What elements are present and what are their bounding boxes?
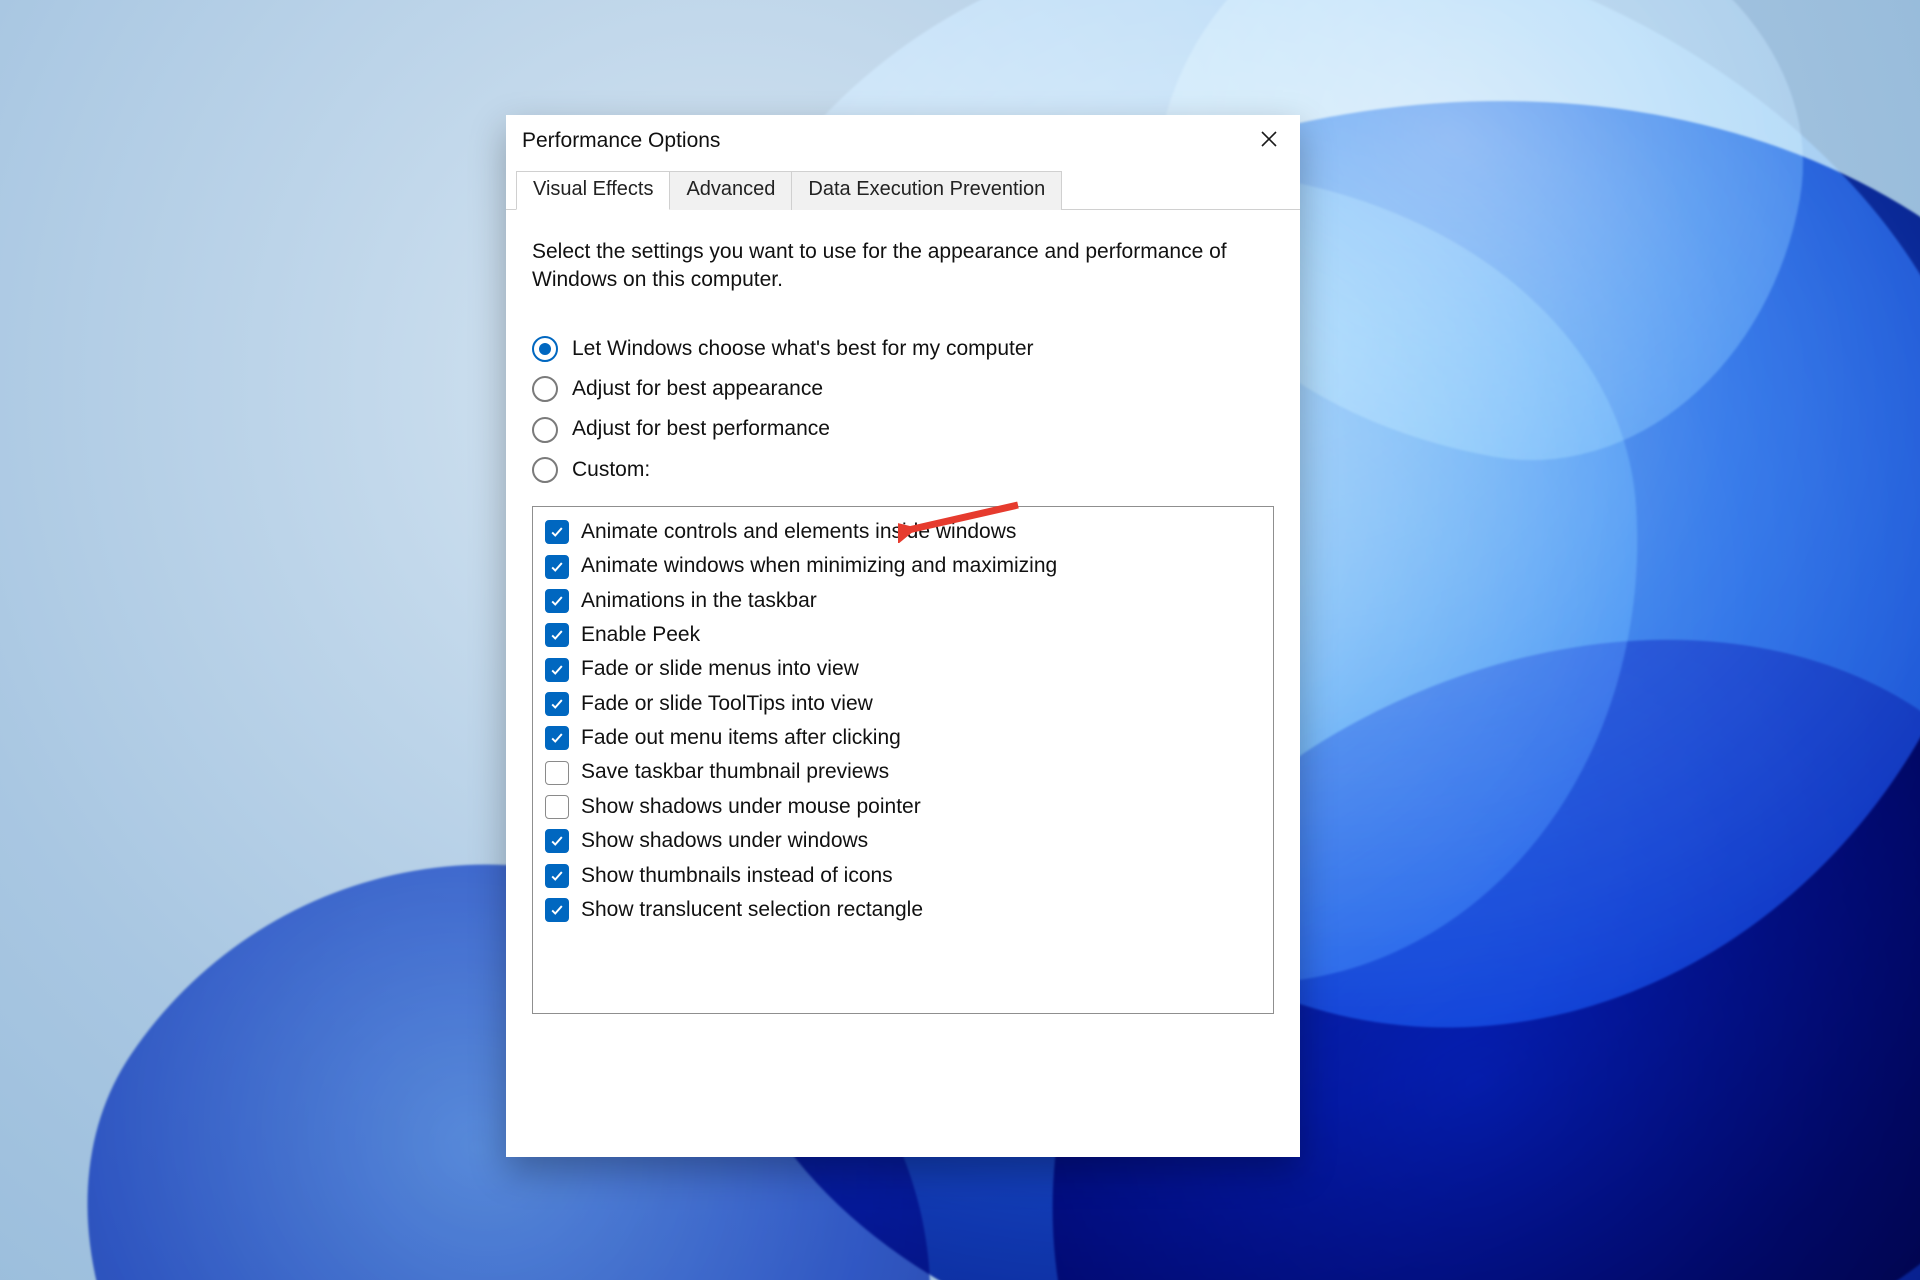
radio-icon — [532, 417, 558, 443]
titlebar: Performance Options — [506, 115, 1300, 165]
checkbox-row[interactable]: Fade out menu items after clicking — [545, 721, 1261, 755]
checkbox-row[interactable]: Animations in the taskbar — [545, 584, 1261, 618]
checkbox-label: Save taskbar thumbnail previews — [581, 758, 889, 786]
checkbox-icon — [545, 589, 569, 613]
checkbox-icon — [545, 795, 569, 819]
radio-icon — [532, 376, 558, 402]
checkbox-label: Animate controls and elements inside win… — [581, 518, 1016, 546]
tab-visual-effects[interactable]: Visual Effects — [516, 171, 670, 210]
radio-label: Adjust for best performance — [572, 415, 830, 443]
checkbox-row[interactable]: Fade or slide ToolTips into view — [545, 687, 1261, 721]
checkbox-icon — [545, 658, 569, 682]
performance-options-dialog: Performance Options Visual EffectsAdvanc… — [506, 115, 1300, 1157]
checkbox-icon — [545, 623, 569, 647]
radio-performance[interactable]: Adjust for best performance — [532, 415, 1274, 443]
visual-effects-list[interactable]: Animate controls and elements inside win… — [532, 506, 1274, 1014]
checkbox-icon — [545, 692, 569, 716]
checkbox-label: Show thumbnails instead of icons — [581, 862, 893, 890]
radio-icon — [532, 457, 558, 483]
checkbox-row[interactable]: Save taskbar thumbnail previews — [545, 755, 1261, 789]
checkbox-icon — [545, 555, 569, 579]
radio-appearance[interactable]: Adjust for best appearance — [532, 375, 1274, 403]
checkbox-label: Enable Peek — [581, 621, 700, 649]
checkbox-row[interactable]: Animate controls and elements inside win… — [545, 515, 1261, 549]
checkbox-icon — [545, 761, 569, 785]
dialog-title: Performance Options — [522, 129, 720, 153]
checkbox-label: Animations in the taskbar — [581, 587, 817, 615]
tabstrip: Visual EffectsAdvancedData Execution Pre… — [506, 165, 1300, 210]
checkbox-label: Fade out menu items after clicking — [581, 724, 901, 752]
checkbox-icon — [545, 726, 569, 750]
checkbox-row[interactable]: Show translucent selection rectangle — [545, 893, 1261, 927]
checkbox-row[interactable]: Show shadows under windows — [545, 824, 1261, 858]
checkbox-icon — [545, 864, 569, 888]
checkbox-row[interactable]: Fade or slide menus into view — [545, 652, 1261, 686]
radio-auto[interactable]: Let Windows choose what's best for my co… — [532, 335, 1274, 363]
radio-label: Custom: — [572, 456, 650, 484]
checkbox-icon — [545, 898, 569, 922]
checkbox-label: Show shadows under mouse pointer — [581, 793, 921, 821]
radio-label: Adjust for best appearance — [572, 375, 823, 403]
radio-group: Let Windows choose what's best for my co… — [532, 335, 1274, 484]
tab-advanced[interactable]: Advanced — [670, 171, 792, 210]
radio-icon — [532, 336, 558, 362]
checkbox-row[interactable]: Show shadows under mouse pointer — [545, 790, 1261, 824]
checkbox-icon — [545, 520, 569, 544]
checkbox-label: Show shadows under windows — [581, 827, 868, 855]
tab-panel-visual-effects: Select the settings you want to use for … — [506, 210, 1300, 1014]
tab-data-execution-prevention[interactable]: Data Execution Prevention — [792, 171, 1062, 210]
checkbox-label: Show translucent selection rectangle — [581, 896, 923, 924]
radio-custom[interactable]: Custom: — [532, 456, 1274, 484]
close-icon — [1261, 129, 1277, 153]
description-text: Select the settings you want to use for … — [532, 238, 1232, 295]
checkbox-row[interactable]: Enable Peek — [545, 618, 1261, 652]
close-button[interactable] — [1248, 123, 1290, 159]
radio-label: Let Windows choose what's best for my co… — [572, 335, 1034, 363]
checkbox-icon — [545, 829, 569, 853]
checkbox-label: Fade or slide ToolTips into view — [581, 690, 873, 718]
checkbox-label: Fade or slide menus into view — [581, 655, 859, 683]
checkbox-row[interactable]: Show thumbnails instead of icons — [545, 859, 1261, 893]
checkbox-label: Animate windows when minimizing and maxi… — [581, 552, 1057, 580]
checkbox-row[interactable]: Animate windows when minimizing and maxi… — [545, 549, 1261, 583]
